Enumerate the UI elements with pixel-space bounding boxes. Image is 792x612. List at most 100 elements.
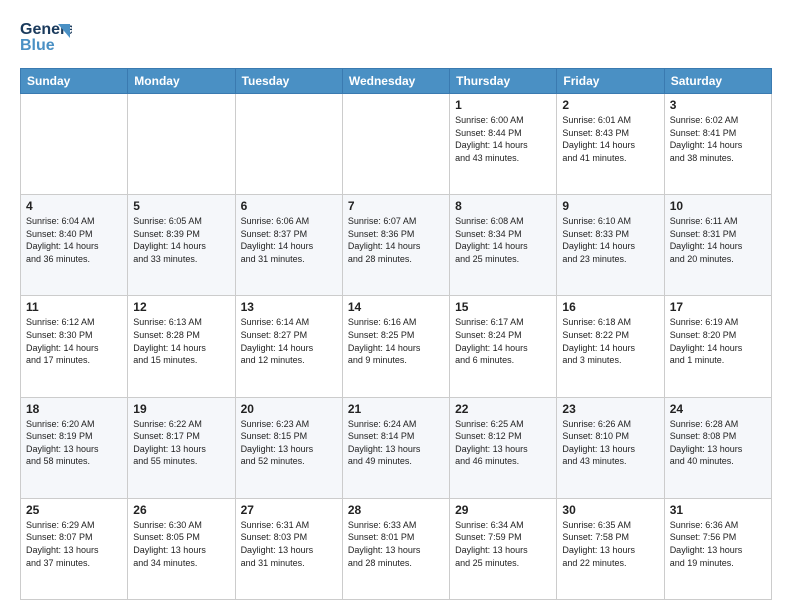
day-info: Sunrise: 6:23 AM Sunset: 8:15 PM Dayligh… xyxy=(241,418,337,468)
logo: General Blue xyxy=(20,16,72,58)
day-info: Sunrise: 6:00 AM Sunset: 8:44 PM Dayligh… xyxy=(455,114,551,164)
weekday-header-row: SundayMondayTuesdayWednesdayThursdayFrid… xyxy=(21,69,772,94)
day-info: Sunrise: 6:13 AM Sunset: 8:28 PM Dayligh… xyxy=(133,316,229,366)
day-info: Sunrise: 6:30 AM Sunset: 8:05 PM Dayligh… xyxy=(133,519,229,569)
day-number: 20 xyxy=(241,402,337,416)
day-number: 27 xyxy=(241,503,337,517)
day-number: 4 xyxy=(26,199,122,213)
day-number: 10 xyxy=(670,199,766,213)
day-cell: 13 Sunrise: 6:14 AM Sunset: 8:27 PM Dayli… xyxy=(235,296,342,397)
logo-icon: General Blue xyxy=(20,16,72,58)
day-cell: 15 Sunrise: 6:17 AM Sunset: 8:24 PM Dayli… xyxy=(450,296,557,397)
day-info: Sunrise: 6:04 AM Sunset: 8:40 PM Dayligh… xyxy=(26,215,122,265)
day-cell: 26 Sunrise: 6:30 AM Sunset: 8:05 PM Dayli… xyxy=(128,498,235,599)
week-row-2: 4 Sunrise: 6:04 AM Sunset: 8:40 PM Daylig… xyxy=(21,195,772,296)
day-cell: 24 Sunrise: 6:28 AM Sunset: 8:08 PM Dayli… xyxy=(664,397,771,498)
weekday-tuesday: Tuesday xyxy=(235,69,342,94)
day-number: 28 xyxy=(348,503,444,517)
day-info: Sunrise: 6:36 AM Sunset: 7:56 PM Dayligh… xyxy=(670,519,766,569)
day-info: Sunrise: 6:14 AM Sunset: 8:27 PM Dayligh… xyxy=(241,316,337,366)
day-info: Sunrise: 6:06 AM Sunset: 8:37 PM Dayligh… xyxy=(241,215,337,265)
page: General Blue SundayMondayTuesdayWednesda… xyxy=(0,0,792,612)
day-number: 16 xyxy=(562,300,658,314)
day-cell xyxy=(21,94,128,195)
day-number: 23 xyxy=(562,402,658,416)
day-cell: 29 Sunrise: 6:34 AM Sunset: 7:59 PM Dayli… xyxy=(450,498,557,599)
day-cell xyxy=(128,94,235,195)
day-cell xyxy=(342,94,449,195)
day-cell: 12 Sunrise: 6:13 AM Sunset: 8:28 PM Dayli… xyxy=(128,296,235,397)
day-info: Sunrise: 6:24 AM Sunset: 8:14 PM Dayligh… xyxy=(348,418,444,468)
day-number: 8 xyxy=(455,199,551,213)
day-number: 17 xyxy=(670,300,766,314)
day-info: Sunrise: 6:26 AM Sunset: 8:10 PM Dayligh… xyxy=(562,418,658,468)
day-number: 29 xyxy=(455,503,551,517)
day-number: 7 xyxy=(348,199,444,213)
day-number: 9 xyxy=(562,199,658,213)
day-number: 14 xyxy=(348,300,444,314)
week-row-3: 11 Sunrise: 6:12 AM Sunset: 8:30 PM Dayli… xyxy=(21,296,772,397)
day-info: Sunrise: 6:20 AM Sunset: 8:19 PM Dayligh… xyxy=(26,418,122,468)
day-info: Sunrise: 6:07 AM Sunset: 8:36 PM Dayligh… xyxy=(348,215,444,265)
day-number: 2 xyxy=(562,98,658,112)
day-info: Sunrise: 6:34 AM Sunset: 7:59 PM Dayligh… xyxy=(455,519,551,569)
day-cell: 21 Sunrise: 6:24 AM Sunset: 8:14 PM Dayli… xyxy=(342,397,449,498)
day-info: Sunrise: 6:18 AM Sunset: 8:22 PM Dayligh… xyxy=(562,316,658,366)
weekday-monday: Monday xyxy=(128,69,235,94)
day-info: Sunrise: 6:29 AM Sunset: 8:07 PM Dayligh… xyxy=(26,519,122,569)
day-cell xyxy=(235,94,342,195)
week-row-4: 18 Sunrise: 6:20 AM Sunset: 8:19 PM Dayli… xyxy=(21,397,772,498)
day-cell: 22Sunrise: 6:25 AM Sunset: 8:12 PM Dayli… xyxy=(450,397,557,498)
day-info: Sunrise: 6:17 AM Sunset: 8:24 PM Dayligh… xyxy=(455,316,551,366)
day-cell: 11 Sunrise: 6:12 AM Sunset: 8:30 PM Dayli… xyxy=(21,296,128,397)
day-number: 12 xyxy=(133,300,229,314)
day-number: 26 xyxy=(133,503,229,517)
day-info: Sunrise: 6:19 AM Sunset: 8:20 PM Dayligh… xyxy=(670,316,766,366)
day-cell: 31Sunrise: 6:36 AM Sunset: 7:56 PM Dayli… xyxy=(664,498,771,599)
day-cell: 9 Sunrise: 6:10 AM Sunset: 8:33 PM Daylig… xyxy=(557,195,664,296)
weekday-sunday: Sunday xyxy=(21,69,128,94)
day-info: Sunrise: 6:10 AM Sunset: 8:33 PM Dayligh… xyxy=(562,215,658,265)
day-number: 11 xyxy=(26,300,122,314)
day-info: Sunrise: 6:28 AM Sunset: 8:08 PM Dayligh… xyxy=(670,418,766,468)
weekday-friday: Friday xyxy=(557,69,664,94)
day-number: 15 xyxy=(455,300,551,314)
day-cell: 18 Sunrise: 6:20 AM Sunset: 8:19 PM Dayli… xyxy=(21,397,128,498)
svg-text:Blue: Blue xyxy=(20,37,55,54)
day-info: Sunrise: 6:35 AM Sunset: 7:58 PM Dayligh… xyxy=(562,519,658,569)
day-info: Sunrise: 6:01 AM Sunset: 8:43 PM Dayligh… xyxy=(562,114,658,164)
weekday-wednesday: Wednesday xyxy=(342,69,449,94)
day-cell: 7 Sunrise: 6:07 AM Sunset: 8:36 PM Daylig… xyxy=(342,195,449,296)
day-number: 24 xyxy=(670,402,766,416)
day-cell: 27 Sunrise: 6:31 AM Sunset: 8:03 PM Dayli… xyxy=(235,498,342,599)
day-number: 13 xyxy=(241,300,337,314)
day-cell: 20 Sunrise: 6:23 AM Sunset: 8:15 PM Dayli… xyxy=(235,397,342,498)
day-cell: 17 Sunrise: 6:19 AM Sunset: 8:20 PM Dayli… xyxy=(664,296,771,397)
header: General Blue xyxy=(20,16,772,58)
day-cell: 2 Sunrise: 6:01 AM Sunset: 8:43 PM Daylig… xyxy=(557,94,664,195)
day-cell: 19Sunrise: 6:22 AM Sunset: 8:17 PM Dayli… xyxy=(128,397,235,498)
day-info: Sunrise: 6:22 AM Sunset: 8:17 PM Dayligh… xyxy=(133,418,229,468)
week-row-5: 25Sunrise: 6:29 AM Sunset: 8:07 PM Dayli… xyxy=(21,498,772,599)
day-info: Sunrise: 6:31 AM Sunset: 8:03 PM Dayligh… xyxy=(241,519,337,569)
day-number: 18 xyxy=(26,402,122,416)
day-info: Sunrise: 6:33 AM Sunset: 8:01 PM Dayligh… xyxy=(348,519,444,569)
day-cell: 8 Sunrise: 6:08 AM Sunset: 8:34 PM Daylig… xyxy=(450,195,557,296)
day-info: Sunrise: 6:02 AM Sunset: 8:41 PM Dayligh… xyxy=(670,114,766,164)
day-cell: 28 Sunrise: 6:33 AM Sunset: 8:01 PM Dayli… xyxy=(342,498,449,599)
day-number: 21 xyxy=(348,402,444,416)
day-number: 5 xyxy=(133,199,229,213)
day-cell: 5Sunrise: 6:05 AM Sunset: 8:39 PM Daylig… xyxy=(128,195,235,296)
day-number: 1 xyxy=(455,98,551,112)
day-cell: 25Sunrise: 6:29 AM Sunset: 8:07 PM Dayli… xyxy=(21,498,128,599)
day-cell: 16 Sunrise: 6:18 AM Sunset: 8:22 PM Dayli… xyxy=(557,296,664,397)
week-row-1: 1 Sunrise: 6:00 AM Sunset: 8:44 PM Daylig… xyxy=(21,94,772,195)
day-number: 30 xyxy=(562,503,658,517)
day-info: Sunrise: 6:11 AM Sunset: 8:31 PM Dayligh… xyxy=(670,215,766,265)
weekday-saturday: Saturday xyxy=(664,69,771,94)
day-info: Sunrise: 6:12 AM Sunset: 8:30 PM Dayligh… xyxy=(26,316,122,366)
day-cell: 23 Sunrise: 6:26 AM Sunset: 8:10 PM Dayli… xyxy=(557,397,664,498)
day-cell: 6Sunrise: 6:06 AM Sunset: 8:37 PM Daylig… xyxy=(235,195,342,296)
day-cell: 3Sunrise: 6:02 AM Sunset: 8:41 PM Daylig… xyxy=(664,94,771,195)
day-info: Sunrise: 6:08 AM Sunset: 8:34 PM Dayligh… xyxy=(455,215,551,265)
